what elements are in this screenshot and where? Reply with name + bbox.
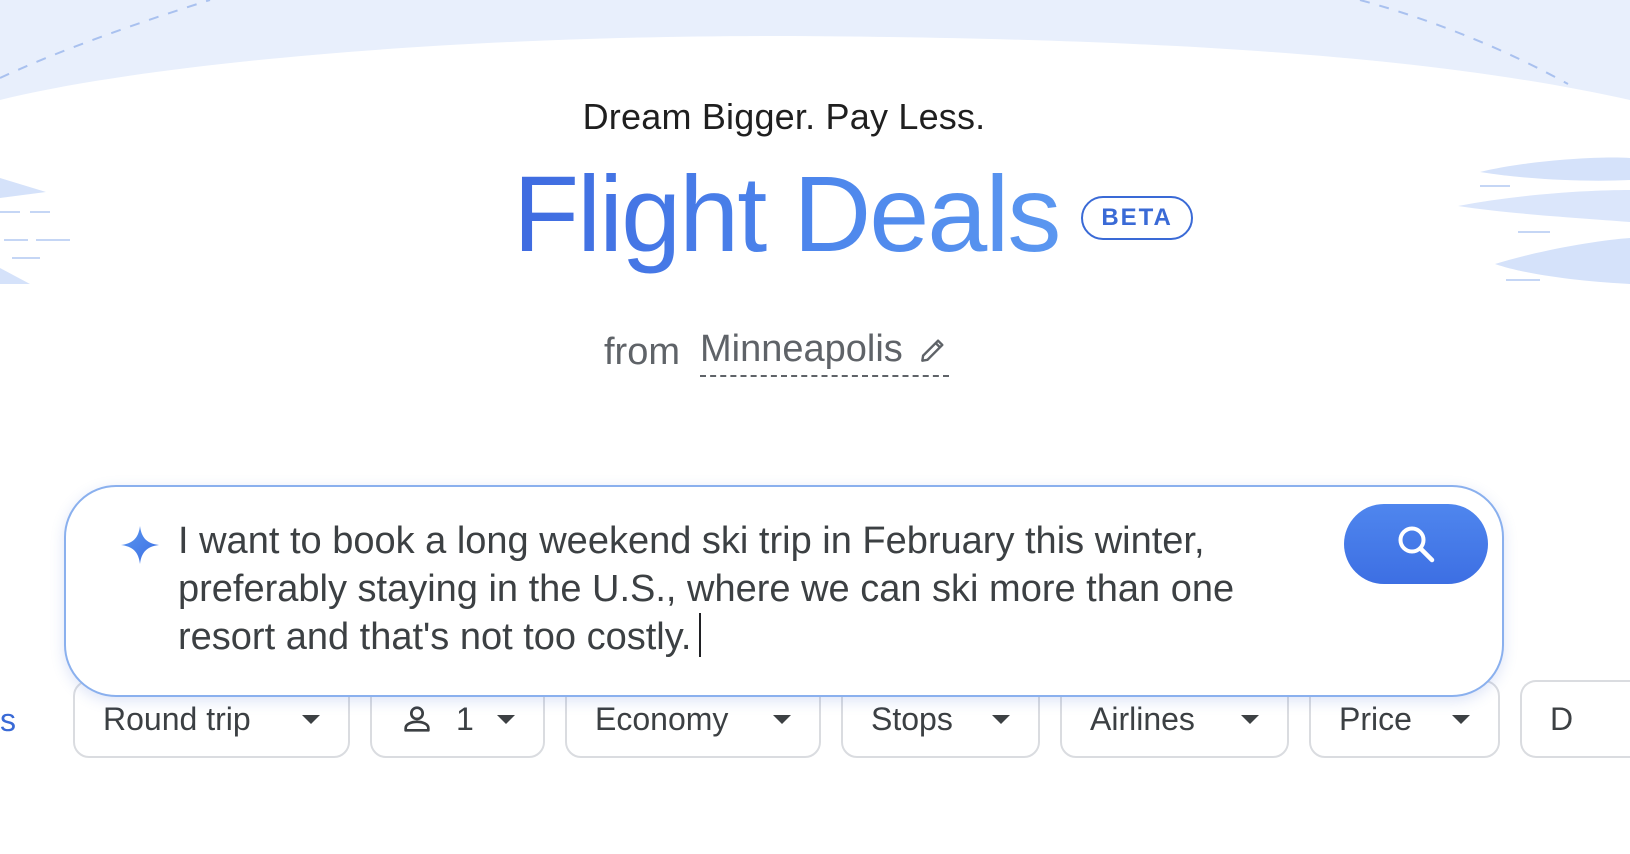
chevron-down-icon (302, 715, 320, 724)
sparkle-icon (121, 526, 159, 564)
page-title: Flight Deals (513, 152, 1061, 276)
pencil-icon (920, 338, 944, 362)
chevron-down-icon (773, 715, 791, 724)
person-icon (400, 702, 434, 736)
clipped-right-label: D (1550, 700, 1574, 737)
chevron-down-icon (1452, 715, 1470, 724)
origin-city-label: Minneapolis (700, 328, 903, 370)
search-icon (1398, 526, 1435, 563)
search-box[interactable]: I want to book a long weekend ski trip i… (64, 485, 1504, 697)
origin-selector: from Minneapolis (604, 328, 949, 377)
tagline: Dream Bigger. Pay Less. (582, 96, 986, 137)
price-label: Price (1339, 700, 1412, 737)
text-cursor (699, 613, 702, 657)
search-query-input[interactable]: I want to book a long weekend ski trip i… (178, 517, 1308, 661)
airlines-label: Airlines (1090, 700, 1195, 737)
clipped-left-link[interactable]: s (0, 702, 16, 739)
chevron-down-icon (1241, 715, 1259, 724)
origin-city-button[interactable]: Minneapolis (700, 328, 949, 377)
cabin-class-label: Economy (595, 700, 729, 737)
title-row: Flight Deals BETA (0, 152, 1630, 276)
chevron-down-icon (992, 715, 1010, 724)
trip-type-label: Round trip (103, 700, 251, 737)
stops-label: Stops (871, 700, 953, 737)
search-query-text: I want to book a long weekend ski trip i… (178, 520, 1235, 658)
origin-prefix: from (604, 331, 680, 373)
search-button[interactable] (1344, 504, 1488, 584)
chevron-down-icon (497, 715, 515, 724)
clipped-right-dropdown[interactable]: D (1520, 680, 1630, 758)
passengers-count: 1 (456, 700, 474, 737)
beta-badge: BETA (1081, 196, 1193, 241)
